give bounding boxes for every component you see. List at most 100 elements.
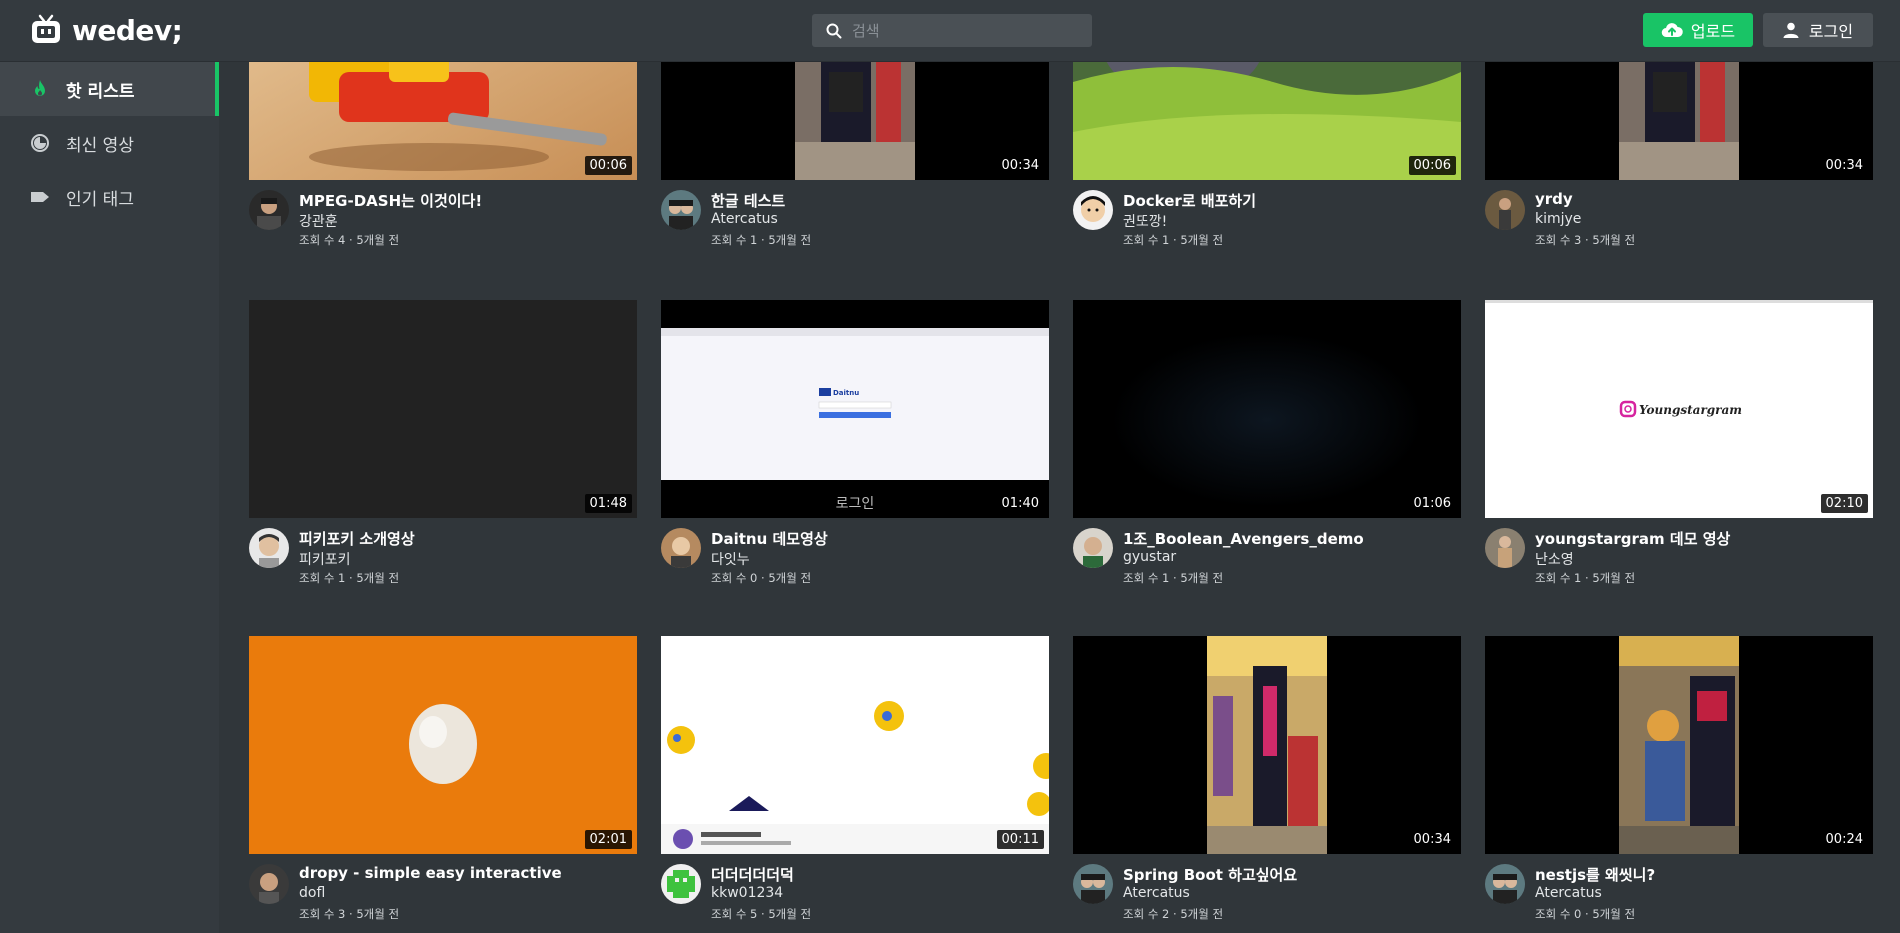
upload-label: 업로드 [1690,22,1736,41]
thumbnail-image [1073,300,1461,518]
daitnu-brand-text: Daitnu [833,389,859,397]
avatar[interactable] [249,190,289,230]
video-author[interactable]: 다잇누 [711,549,750,569]
video-thumbnail[interactable]: Youngstargram 02:10 [1485,300,1873,518]
video-stats: 조회 수 1 · 5개월 전 [299,571,400,585]
video-stats: 조회 수 3 · 5개월 전 [299,907,400,921]
video-title[interactable]: 더더더더더덕 [711,864,794,885]
video-card[interactable]: 01:06 1조_Boolean_Avengers_demo gyustar 조… [1073,300,1461,588]
video-stats: 조회 수 1 · 5개월 전 [1123,233,1224,247]
video-author[interactable]: Atercatus [1535,885,1602,901]
video-duration: 00:24 [1820,830,1868,849]
video-stats: 조회 수 4 · 5개월 전 [299,233,400,247]
video-card[interactable]: 02:01 dropy - simple easy interactive do… [249,636,637,924]
avatar[interactable] [249,528,289,568]
thumbnail-image: Daitnu 로그인 [661,300,1049,518]
logo-text: wedev; [72,13,183,47]
video-author[interactable]: 피키포키 [299,549,351,569]
video-stats: 조회 수 3 · 5개월 전 [1535,233,1636,247]
video-duration: 00:34 [996,156,1044,175]
avatar[interactable] [1485,528,1525,568]
avatar[interactable] [249,864,289,904]
logo[interactable]: wedev; [30,12,183,48]
video-card[interactable]: 01:48 피키포키 소개영상 피키포키 조회 수 1 · 5개월 전 [249,300,637,588]
video-thumbnail[interactable]: 00:24 [1485,636,1873,854]
tag-icon [31,192,49,202]
video-title[interactable]: 한글 테스트 [711,190,785,211]
video-thumbnail[interactable]: 02:01 [249,636,637,854]
avatar[interactable] [1073,528,1113,568]
video-card[interactable]: Daitnu 로그인 01:40 Daitnu 데모영상 다잇누 조회 수 0 … [661,300,1049,588]
video-title[interactable]: 피키포키 소개영상 [299,528,415,549]
avatar[interactable] [1073,864,1113,904]
video-author[interactable]: 권또깡! [1123,211,1167,231]
cloud-upload-icon [1661,23,1683,38]
avatar[interactable] [1485,190,1525,230]
sidebar-item-popular-tags[interactable]: 인기 태그 [0,170,219,224]
thumbnail-image [661,636,1049,854]
thumbnail-image [1073,636,1461,854]
upload-button[interactable]: 업로드 [1643,13,1753,47]
video-title[interactable]: Docker로 배포하기 [1123,190,1256,211]
flame-icon [35,80,45,96]
login-label: 로그인 [1808,22,1854,41]
thumbnail-image [249,636,637,854]
video-author[interactable]: kkw01234 [711,885,783,901]
sidebar-item-latest[interactable]: 최신 영상 [0,116,219,170]
video-title[interactable]: MPEG-DASH는 이것이다! [299,190,482,211]
avatar[interactable] [1485,864,1525,904]
sidebar-item-label: 핫 리스트 [66,81,135,102]
thumbnail-image [249,300,637,518]
user-icon [1783,22,1799,38]
video-thumbnail[interactable]: 01:48 [249,300,637,518]
avatar[interactable] [661,864,701,904]
video-title[interactable]: Spring Boot 하고싶어요 [1123,864,1297,885]
sidebar: 핫 리스트 최신 영상 인기 태그 [0,62,219,933]
clock-icon [31,134,49,152]
video-author[interactable]: 강관훈 [299,211,338,231]
video-duration: 01:48 [584,494,632,513]
thumbnail-image [1485,636,1873,854]
search-icon [826,23,842,38]
avatar[interactable] [661,528,701,568]
video-duration: 00:34 [1408,830,1456,849]
video-thumbnail[interactable]: 00:34 [1073,636,1461,854]
video-title[interactable]: nestjs를 왜씻니? [1535,864,1655,885]
avatar[interactable] [1073,190,1113,230]
video-duration: 02:01 [584,830,632,849]
video-stats: 조회 수 1 · 5개월 전 [1535,571,1636,585]
video-title[interactable]: 1조_Boolean_Avengers_demo [1123,528,1364,549]
video-card[interactable]: Youngstargram 02:10 youngstargram 데모 영상 … [1485,300,1873,588]
video-title[interactable]: yrdy [1535,190,1573,208]
video-title[interactable]: youngstargram 데모 영상 [1535,528,1730,549]
search-input[interactable] [852,21,1082,40]
video-author[interactable]: Atercatus [1123,885,1190,901]
video-duration: 00:34 [1820,156,1868,175]
video-stats: 조회 수 5 · 5개월 전 [711,907,812,921]
sidebar-item-label: 인기 태그 [66,189,134,210]
video-author[interactable]: Atercatus [711,211,778,227]
video-author[interactable]: dofl [299,885,325,901]
login-button[interactable]: 로그인 [1763,13,1873,47]
thumbnail-image: Youngstargram [1485,300,1873,518]
search-box[interactable] [812,14,1092,47]
video-card[interactable]: 00:11 더더더더더덕 kkw01234 조회 수 5 · 5개월 전 [661,636,1049,924]
video-duration: 00:06 [584,156,632,175]
daitnu-login-caption: 로그인 [836,496,875,512]
video-author[interactable]: 난소영 [1535,549,1574,569]
video-thumbnail[interactable]: Daitnu 로그인 01:40 [661,300,1049,518]
video-thumbnail[interactable]: 00:11 [661,636,1049,854]
video-duration: 00:06 [1408,156,1456,175]
sidebar-item-hot-list[interactable]: 핫 리스트 [0,62,219,116]
video-author[interactable]: gyustar [1123,549,1176,565]
tv-logo-icon [32,14,60,43]
video-author[interactable]: kimjye [1535,211,1581,227]
video-thumbnail[interactable]: 01:06 [1073,300,1461,518]
avatar[interactable] [661,190,701,230]
video-card[interactable]: 00:34 Spring Boot 하고싶어요 Atercatus 조회 수 2… [1073,636,1461,924]
video-title[interactable]: Daitnu 데모영상 [711,528,828,549]
video-title[interactable]: dropy - simple easy interactive [299,864,562,882]
video-card[interactable]: 00:24 nestjs를 왜씻니? Atercatus 조회 수 0 · 5개… [1485,636,1873,924]
video-duration: 02:10 [1820,494,1868,513]
video-duration: 01:40 [996,494,1044,513]
